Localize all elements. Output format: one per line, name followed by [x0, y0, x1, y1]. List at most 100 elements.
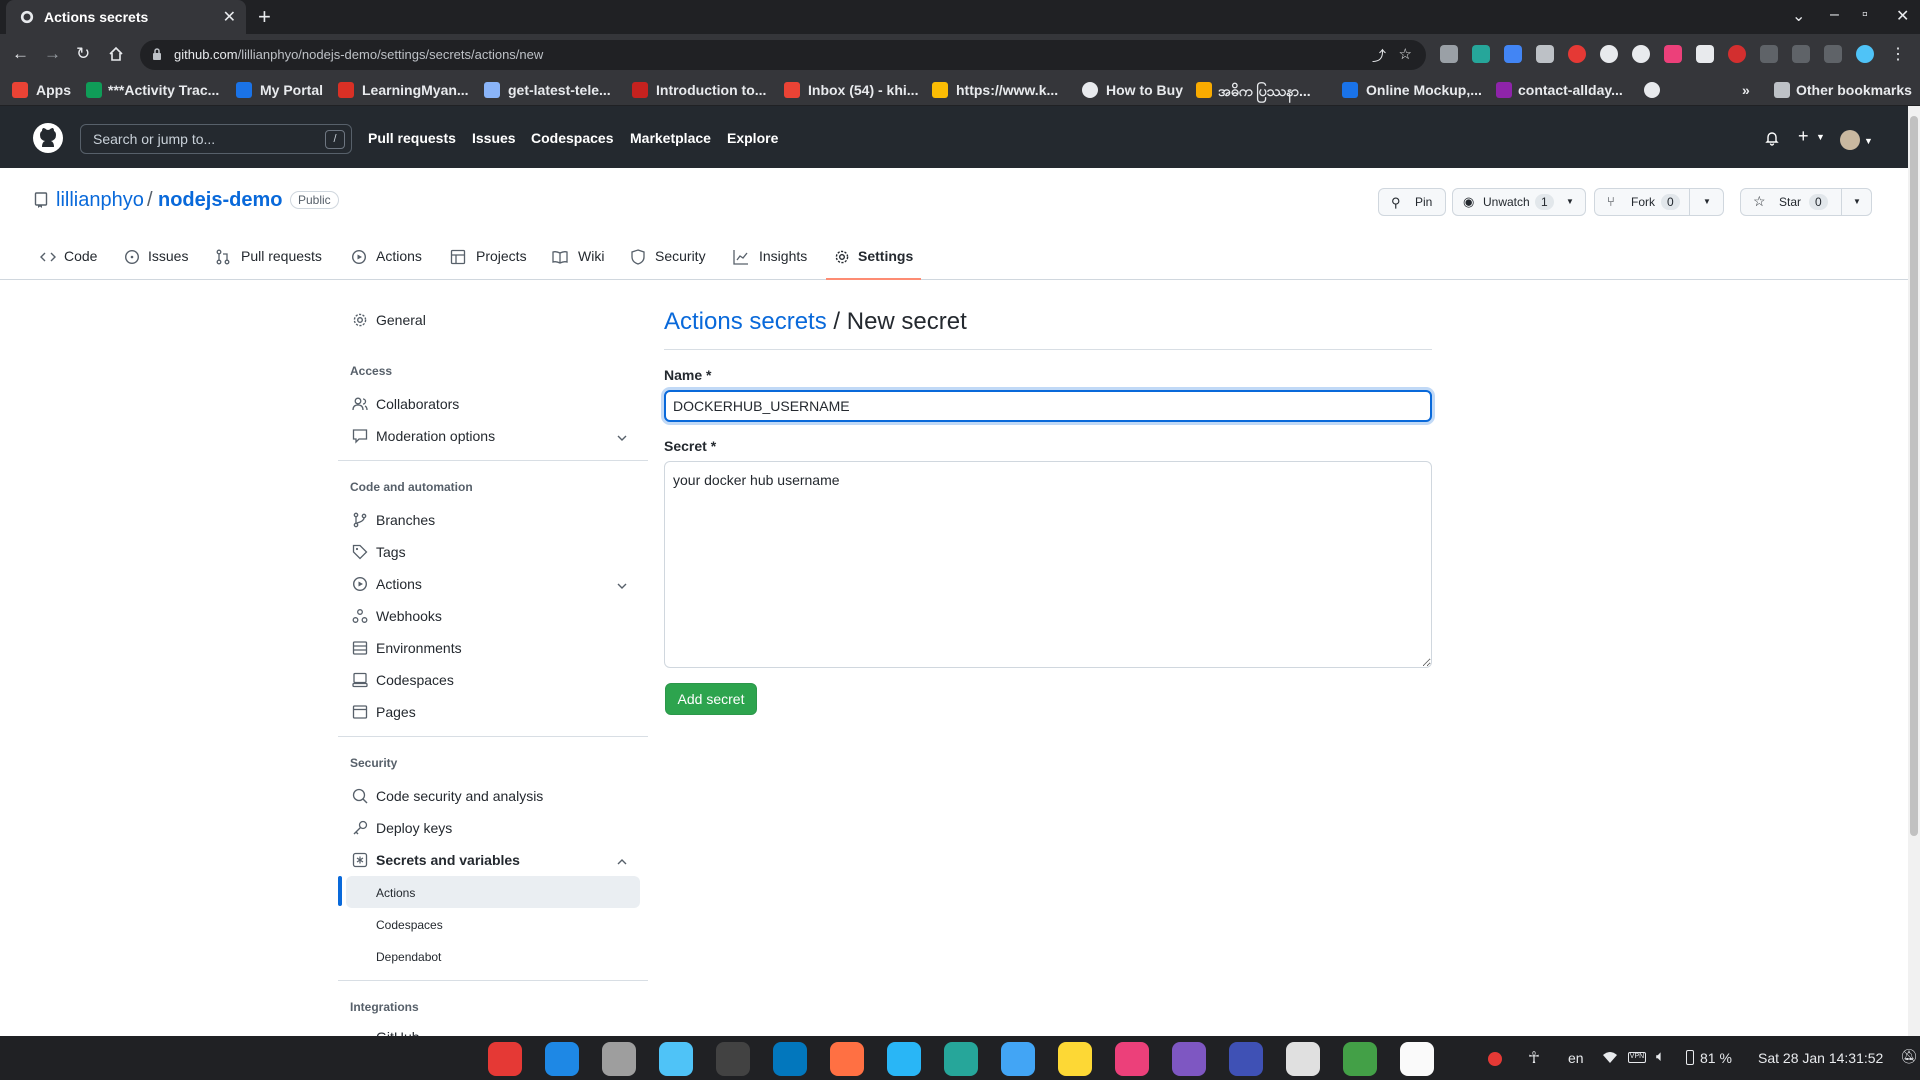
- add-secret-button[interactable]: Add secret: [665, 683, 757, 715]
- back-icon[interactable]: ←: [12, 44, 29, 64]
- close-window-icon[interactable]: ✕: [1896, 6, 1909, 26]
- extension-icon[interactable]: [1632, 45, 1650, 63]
- reload-icon[interactable]: ↻: [76, 44, 90, 64]
- miro-app-icon[interactable]: [1058, 1042, 1092, 1076]
- telegram-app-icon[interactable]: [887, 1042, 921, 1076]
- sidebar-item-general[interactable]: General: [376, 312, 426, 328]
- volume-icon[interactable]: 🔈︎: [1656, 1048, 1665, 1065]
- nav-marketplace[interactable]: Marketplace: [630, 130, 711, 146]
- tab-actions[interactable]: Actions: [376, 248, 422, 264]
- vscode-app-icon[interactable]: [545, 1042, 579, 1076]
- packager-app-icon[interactable]: [1001, 1042, 1035, 1076]
- secret-name-input[interactable]: [664, 390, 1432, 422]
- bookmark-item[interactable]: My Portal: [260, 82, 323, 98]
- bookmark-item[interactable]: အဓိက ပြဿနာ...: [1218, 82, 1311, 103]
- firefox-app-icon[interactable]: [830, 1042, 864, 1076]
- bookmark-item[interactable]: Introduction to...: [656, 82, 766, 98]
- address-bar[interactable]: github.com/lillianphyo/nodejs-demo/setti…: [140, 40, 1426, 70]
- unwatch-button[interactable]: ◉ Unwatch 1 ▼: [1452, 188, 1586, 216]
- extension-icon[interactable]: [1536, 45, 1554, 63]
- terminal-app-icon[interactable]: [716, 1042, 750, 1076]
- accessibility-icon[interactable]: ☥: [1528, 1048, 1540, 1068]
- tab-insights[interactable]: Insights: [759, 248, 807, 264]
- files-app-icon[interactable]: [602, 1042, 636, 1076]
- keyboard-language[interactable]: en: [1568, 1050, 1584, 1066]
- sidebar-item-moderation[interactable]: Moderation options: [376, 428, 495, 444]
- tab-security[interactable]: Security: [655, 248, 706, 264]
- github-logo-icon[interactable]: [32, 122, 64, 154]
- tab-search-icon[interactable]: ⌄: [1792, 6, 1805, 26]
- bell-icon[interactable]: [1764, 130, 1780, 146]
- forward-icon[interactable]: →: [44, 44, 61, 64]
- sidebar-item-tags[interactable]: Tags: [376, 544, 406, 560]
- extension-icon[interactable]: [1440, 45, 1458, 63]
- browser-tab[interactable]: Actions secrets ✕: [6, 0, 246, 34]
- repo-name-link[interactable]: nodejs-demo: [158, 189, 282, 212]
- adblock-extension-icon[interactable]: [1568, 45, 1586, 63]
- bookmark-item[interactable]: contact-allday...: [1518, 82, 1623, 98]
- sidebar-item-code-security[interactable]: Code security and analysis: [376, 788, 543, 804]
- tab-pull-requests[interactable]: Pull requests: [241, 248, 322, 264]
- sidebar-subitem-codespaces[interactable]: Codespaces: [376, 918, 443, 932]
- clock[interactable]: Sat 28 Jan 14:31:52: [1758, 1050, 1883, 1066]
- nav-codespaces[interactable]: Codespaces: [531, 130, 613, 146]
- bookmark-item[interactable]: Inbox (54) - khi...: [808, 82, 918, 98]
- reader-app-icon[interactable]: [659, 1042, 693, 1076]
- chevron-down-icon[interactable]: ▼: [1864, 136, 1873, 146]
- chevron-down-icon[interactable]: ▼: [1853, 197, 1861, 206]
- sidebar-subitem-dependabot[interactable]: Dependabot: [376, 950, 441, 964]
- nav-issues[interactable]: Issues: [472, 130, 516, 146]
- tray-app-icon[interactable]: [1488, 1052, 1502, 1066]
- wifi-icon[interactable]: [1602, 1050, 1618, 1064]
- extension-icon[interactable]: [1472, 45, 1490, 63]
- bookmark-item[interactable]: https://www.k...: [956, 82, 1058, 98]
- star-button[interactable]: ☆ Star 0 ▼: [1740, 188, 1872, 216]
- bookmark-item[interactable]: ***Activity Trac...: [108, 82, 219, 98]
- bookmark-item[interactable]: get-latest-tele...: [508, 82, 611, 98]
- sidebar-subitem-actions[interactable]: Actions: [376, 886, 415, 900]
- share-icon[interactable]: ⤴: [1372, 46, 1386, 66]
- side-panel-icon[interactable]: [1824, 45, 1842, 63]
- obsidian-app-icon[interactable]: [1172, 1042, 1206, 1076]
- more-bookmarks-button[interactable]: »: [1742, 82, 1750, 98]
- battery-icon[interactable]: [1686, 1050, 1694, 1065]
- bookmark-star-icon[interactable]: ☆: [1399, 45, 1412, 63]
- scrollbar-thumb[interactable]: [1910, 116, 1918, 836]
- search-input[interactable]: Search or jump to... /: [80, 124, 352, 154]
- breadcrumb-actions-secrets-link[interactable]: Actions secrets: [664, 308, 827, 335]
- tab-code[interactable]: Code: [64, 248, 97, 264]
- chat-extension-icon[interactable]: [1600, 45, 1618, 63]
- pycharm-app-icon[interactable]: [1229, 1042, 1263, 1076]
- text-editor-app-icon[interactable]: [1400, 1042, 1434, 1076]
- extension-icon[interactable]: [1664, 45, 1682, 63]
- slack-app-icon[interactable]: [1286, 1042, 1320, 1076]
- kebab-menu-icon[interactable]: ⋮: [1890, 44, 1906, 64]
- vpn-icon[interactable]: VPN: [1628, 1052, 1646, 1063]
- virtualbox-app-icon[interactable]: [773, 1042, 807, 1076]
- other-bookmarks-folder[interactable]: Other bookmarks: [1796, 82, 1912, 98]
- teams-like-app-icon[interactable]: [944, 1042, 978, 1076]
- globe-icon[interactable]: [1644, 82, 1660, 98]
- sidebar-item-collaborators[interactable]: Collaborators: [376, 396, 459, 412]
- tab-issues[interactable]: Issues: [148, 248, 188, 264]
- clickup-app-icon[interactable]: [1115, 1042, 1149, 1076]
- chrome-app-icon[interactable]: [1343, 1042, 1377, 1076]
- home-icon[interactable]: [108, 46, 124, 62]
- puzzle-extensions-icon[interactable]: [1760, 45, 1778, 63]
- reading-list-icon[interactable]: [1792, 45, 1810, 63]
- create-new-icon[interactable]: +: [1798, 126, 1809, 147]
- secret-value-textarea[interactable]: your docker hub username: [664, 461, 1432, 668]
- pin-button[interactable]: ⚲ Pin: [1378, 188, 1446, 216]
- screenshot-app-app-icon[interactable]: [488, 1042, 522, 1076]
- tab-wiki[interactable]: Wiki: [578, 248, 604, 264]
- chevron-down-icon[interactable]: ▼: [1703, 197, 1711, 206]
- chevron-down-icon[interactable]: ▼: [1816, 132, 1825, 142]
- tab-projects[interactable]: Projects: [476, 248, 527, 264]
- sidebar-item-deploy-keys[interactable]: Deploy keys: [376, 820, 452, 836]
- close-tab-icon[interactable]: ✕: [223, 7, 236, 27]
- chevron-down-icon[interactable]: [616, 432, 628, 444]
- sidebar-item-actions[interactable]: Actions: [376, 576, 422, 592]
- sidebar-item-secrets-variables[interactable]: Secrets and variables: [376, 852, 520, 868]
- extension-icon[interactable]: [1696, 45, 1714, 63]
- translate-extension-icon[interactable]: [1504, 45, 1522, 63]
